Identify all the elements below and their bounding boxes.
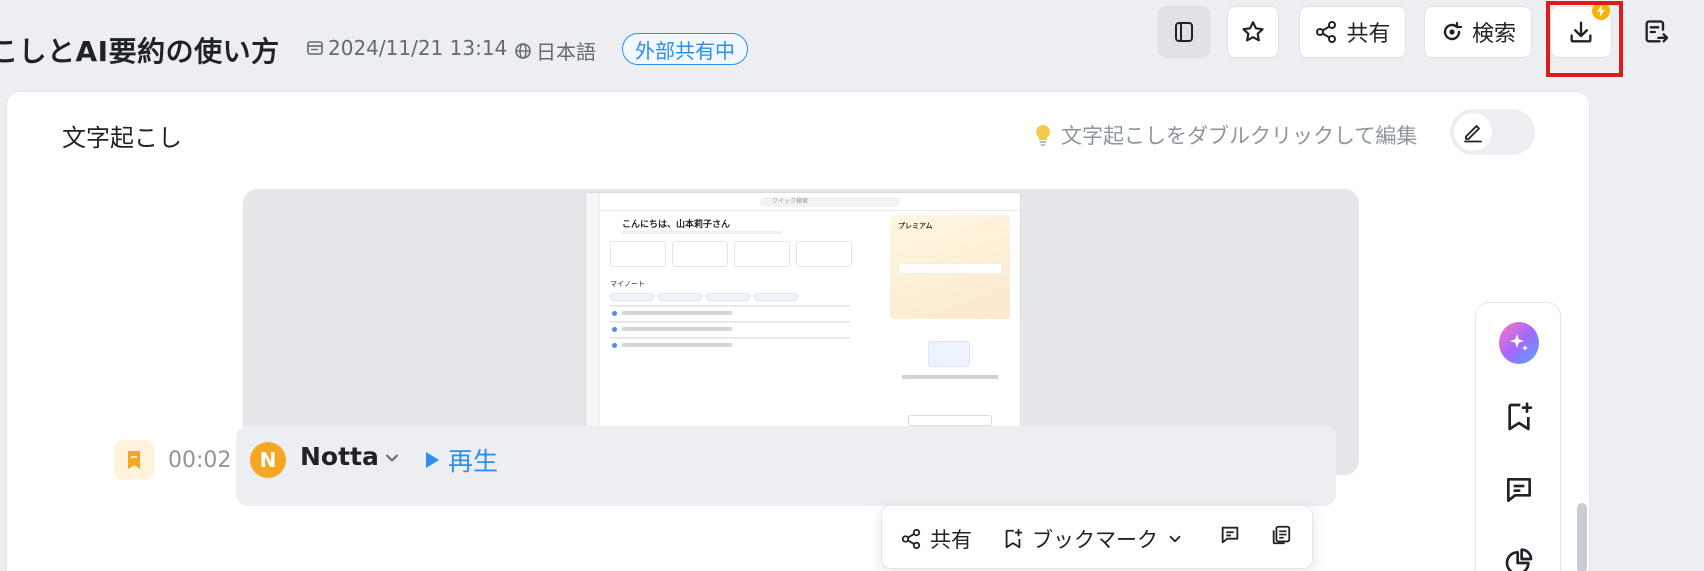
play-button[interactable]: 再生: [424, 442, 498, 478]
float-share-button[interactable]: 共有: [900, 524, 972, 554]
comments-button[interactable]: [1499, 470, 1539, 510]
lightbulb-icon: [1036, 125, 1050, 146]
embedded-topbar: クイック検索: [600, 193, 1020, 211]
bookmark-add-icon: [1005, 528, 1023, 549]
segment-bookmark-button[interactable]: [114, 440, 154, 480]
panel-toggle-icon: [1175, 22, 1193, 42]
globe-icon: [515, 42, 531, 59]
note-language-text: 日本語: [536, 40, 596, 64]
ai-sparkle-icon: [1499, 322, 1539, 364]
favorite-button[interactable]: [1227, 6, 1279, 58]
selection-toolbar: 共有 ブックマーク: [881, 505, 1313, 569]
share-icon: [901, 528, 921, 550]
download-highlight: [1546, 1, 1623, 77]
embedded-premium-card: プレミアム: [890, 215, 1010, 319]
right-tool-panel: [1475, 302, 1561, 571]
embedded-my-notes: マイノート: [610, 280, 645, 288]
add-bookmark-button[interactable]: [1499, 397, 1539, 437]
note-date: 2024/11/21 13:14: [306, 36, 507, 60]
export-icon: [1645, 20, 1669, 43]
float-share-label: 共有: [930, 528, 972, 552]
search-button-label: 検索: [1471, 22, 1516, 47]
chevron-down-icon[interactable]: [382, 448, 402, 468]
ai-assistant-button[interactable]: [1499, 322, 1539, 364]
edit-hint: 文字起こしをダブルクリックして編集: [1033, 120, 1417, 150]
export-button[interactable]: [1630, 6, 1682, 58]
embedded-card: [734, 241, 790, 267]
float-comment-button[interactable]: [1219, 524, 1241, 546]
share-button[interactable]: 共有: [1299, 6, 1406, 58]
bookmark-add-icon: [1508, 402, 1533, 431]
search-icon: [1443, 21, 1463, 41]
search-button[interactable]: 検索: [1424, 6, 1532, 58]
analytics-button[interactable]: [1499, 543, 1539, 571]
note-language[interactable]: 日本語: [514, 36, 596, 65]
vertical-scrollbar[interactable]: [1577, 503, 1587, 571]
play-icon: [426, 452, 439, 468]
float-bookmark-label: ブックマーク: [1032, 528, 1158, 552]
external-share-badge[interactable]: 外部共有中: [622, 33, 748, 65]
embedded-greeting: こんにちは、山本莉子さん: [622, 220, 731, 230]
comment-icon: [1507, 478, 1531, 502]
embedded-card: [796, 241, 852, 267]
edit-hint-text: 文字起こしをダブルクリックして編集: [1061, 124, 1418, 148]
edit-pen-icon: [1464, 125, 1482, 143]
comment-icon: [1221, 526, 1239, 544]
speaker-name[interactable]: Notta: [300, 442, 379, 471]
pie-chart-icon: [1505, 548, 1533, 571]
embedded-card: [610, 241, 666, 267]
edit-mode-toggle[interactable]: [1450, 109, 1535, 155]
copy-icon: [1272, 525, 1291, 545]
note-title: こしとAI要約の使い方: [0, 35, 280, 68]
transcript-section-title: 文字起こし: [62, 124, 182, 152]
embedded-card: [672, 241, 728, 267]
play-label: 再生: [448, 447, 499, 476]
bookmark-icon: [128, 451, 140, 469]
float-bookmark-button[interactable]: ブックマーク: [1002, 524, 1184, 554]
float-copy-button[interactable]: [1270, 524, 1292, 546]
segment-timestamp[interactable]: 00:02: [168, 448, 231, 473]
chevron-down-icon: [1169, 535, 1181, 543]
star-icon: [1242, 21, 1264, 42]
calendar-icon: [307, 41, 323, 55]
edit-toggle-knob: [1454, 113, 1492, 151]
note-date-text: 2024/11/21 13:14: [328, 36, 508, 60]
embedded-search: クイック検索: [760, 197, 900, 207]
share-button-label: 共有: [1346, 22, 1391, 47]
panel-toggle-button[interactable]: [1158, 6, 1210, 58]
share-icon: [1316, 21, 1337, 43]
embedded-chips: [610, 293, 798, 301]
speaker-avatar: N: [250, 442, 286, 478]
